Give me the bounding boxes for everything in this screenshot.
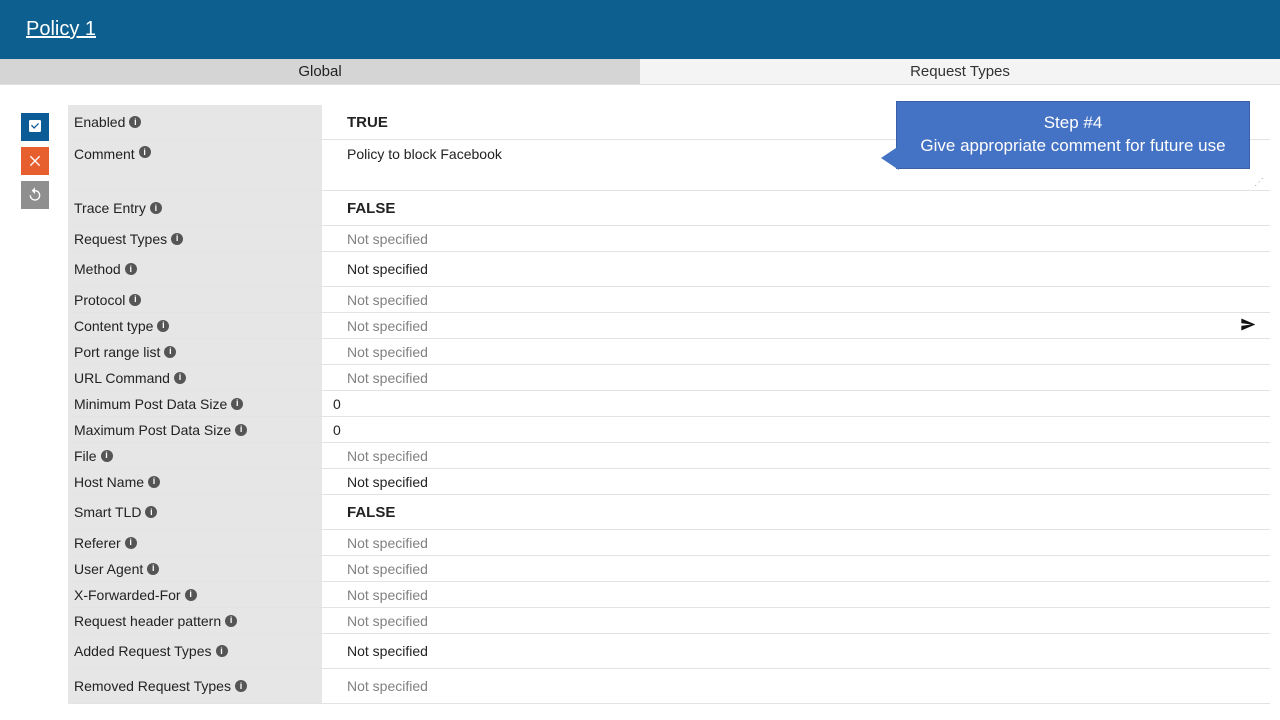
value-enabled[interactable]: TRUE xyxy=(323,105,1270,139)
label-min-post: Minimum Post Data Sizei xyxy=(68,391,323,416)
row-max-post: Maximum Post Data Sizei 0 xyxy=(68,417,1270,443)
info-icon[interactable]: i xyxy=(150,202,162,214)
row-method: Methodi Not specified xyxy=(68,252,1270,287)
info-icon[interactable]: i xyxy=(216,645,228,657)
tab-bar: Global Request Types xyxy=(0,59,1280,85)
label-request-types: Request Typesi xyxy=(68,226,323,251)
send-icon[interactable] xyxy=(1240,316,1256,335)
value-request-types[interactable]: Not specified xyxy=(323,226,1270,251)
value-file[interactable]: Not specified xyxy=(323,443,1270,468)
row-enabled: Enabledi TRUE xyxy=(68,105,1270,140)
value-method[interactable]: Not specified xyxy=(323,252,1270,286)
undo-button[interactable] xyxy=(21,181,49,209)
value-req-header-pattern[interactable]: Not specified xyxy=(323,608,1270,633)
info-icon[interactable]: i xyxy=(101,450,113,462)
info-icon[interactable]: i xyxy=(174,372,186,384)
label-trace-entry: Trace Entryi xyxy=(68,191,323,225)
info-icon[interactable]: i xyxy=(235,680,247,692)
row-file: Filei Not specified xyxy=(68,443,1270,469)
row-host-name: Host Namei Not specified xyxy=(68,469,1270,495)
info-icon[interactable]: i xyxy=(185,589,197,601)
info-icon[interactable]: i xyxy=(231,398,243,410)
info-icon[interactable]: i xyxy=(129,294,141,306)
value-port-range[interactable]: Not specified xyxy=(323,339,1270,364)
label-req-header-pattern: Request header patterni xyxy=(68,608,323,633)
tab-request-types[interactable]: Request Types xyxy=(640,59,1280,84)
value-max-post[interactable]: 0 xyxy=(323,417,1270,442)
row-content-type: Content typei Not specified xyxy=(68,313,1270,339)
label-removed-req-types: Removed Request Typesi xyxy=(68,669,323,703)
row-min-post: Minimum Post Data Sizei 0 xyxy=(68,391,1270,417)
row-trace-entry: Trace Entryi FALSE xyxy=(68,191,1270,226)
info-icon[interactable]: i xyxy=(148,476,160,488)
row-x-forwarded: X-Forwarded-Fori Not specified xyxy=(68,582,1270,608)
value-added-req-types[interactable]: Not specified xyxy=(323,634,1270,668)
label-protocol: Protocoli xyxy=(68,287,323,312)
info-icon[interactable]: i xyxy=(145,506,157,518)
form-area: Step #4 Give appropriate comment for fut… xyxy=(68,105,1270,704)
label-method: Methodi xyxy=(68,252,323,286)
value-comment[interactable]: Policy to block Facebook ⋰ xyxy=(323,140,1270,190)
row-comment: Commenti Policy to block Facebook ⋰ xyxy=(68,140,1270,191)
label-added-req-types: Added Request Typesi xyxy=(68,634,323,668)
info-icon[interactable]: i xyxy=(129,116,141,128)
row-port-range: Port range listi Not specified xyxy=(68,339,1270,365)
value-min-post[interactable]: 0 xyxy=(323,391,1270,416)
row-referer: Refereri Not specified xyxy=(68,530,1270,556)
label-content-type: Content typei xyxy=(68,313,323,338)
label-user-agent: User Agenti xyxy=(68,556,323,581)
label-smart-tld: Smart TLDi xyxy=(68,495,323,529)
info-icon[interactable]: i xyxy=(125,537,137,549)
undo-icon xyxy=(27,186,43,205)
value-x-forwarded[interactable]: Not specified xyxy=(323,582,1270,607)
label-comment: Commenti xyxy=(68,140,323,190)
row-removed-req-types: Removed Request Typesi Not specified xyxy=(68,669,1270,704)
row-user-agent: User Agenti Not specified xyxy=(68,556,1270,582)
value-referer[interactable]: Not specified xyxy=(323,530,1270,555)
label-url-command: URL Commandi xyxy=(68,365,323,390)
value-user-agent[interactable]: Not specified xyxy=(323,556,1270,581)
label-host-name: Host Namei xyxy=(68,469,323,494)
info-icon[interactable]: i xyxy=(171,233,183,245)
check-icon xyxy=(27,118,43,137)
info-icon[interactable]: i xyxy=(164,346,176,358)
value-host-name[interactable]: Not specified xyxy=(323,469,1270,494)
label-max-post: Maximum Post Data Sizei xyxy=(68,417,323,442)
value-trace-entry[interactable]: FALSE xyxy=(323,191,1270,225)
row-url-command: URL Commandi Not specified xyxy=(68,365,1270,391)
cancel-button[interactable] xyxy=(21,147,49,175)
row-smart-tld: Smart TLDi FALSE xyxy=(68,495,1270,530)
row-added-req-types: Added Request Typesi Not specified xyxy=(68,634,1270,669)
close-icon xyxy=(27,152,43,171)
tab-global[interactable]: Global xyxy=(0,59,640,84)
info-icon[interactable]: i xyxy=(157,320,169,332)
value-smart-tld[interactable]: FALSE xyxy=(323,495,1270,529)
value-removed-req-types[interactable]: Not specified xyxy=(323,669,1270,703)
value-content-type[interactable]: Not specified xyxy=(323,313,1270,338)
save-button[interactable] xyxy=(21,113,49,141)
value-url-command[interactable]: Not specified xyxy=(323,365,1270,390)
label-file: Filei xyxy=(68,443,323,468)
policy-title-link[interactable]: Policy 1 xyxy=(26,18,96,41)
row-request-types: Request Typesi Not specified xyxy=(68,226,1270,252)
info-icon[interactable]: i xyxy=(225,615,237,627)
page-header: Policy 1 xyxy=(0,0,1280,59)
label-port-range: Port range listi xyxy=(68,339,323,364)
action-button-column xyxy=(10,105,60,704)
info-icon[interactable]: i xyxy=(235,424,247,436)
label-enabled: Enabledi xyxy=(68,105,323,139)
value-protocol[interactable]: Not specified xyxy=(323,287,1270,312)
info-icon[interactable]: i xyxy=(147,563,159,575)
label-x-forwarded: X-Forwarded-Fori xyxy=(68,582,323,607)
info-icon[interactable]: i xyxy=(125,263,137,275)
label-referer: Refereri xyxy=(68,530,323,555)
resize-handle-icon[interactable]: ⋰ xyxy=(1254,177,1264,188)
row-protocol: Protocoli Not specified xyxy=(68,287,1270,313)
row-req-header-pattern: Request header patterni Not specified xyxy=(68,608,1270,634)
info-icon[interactable]: i xyxy=(139,146,151,158)
